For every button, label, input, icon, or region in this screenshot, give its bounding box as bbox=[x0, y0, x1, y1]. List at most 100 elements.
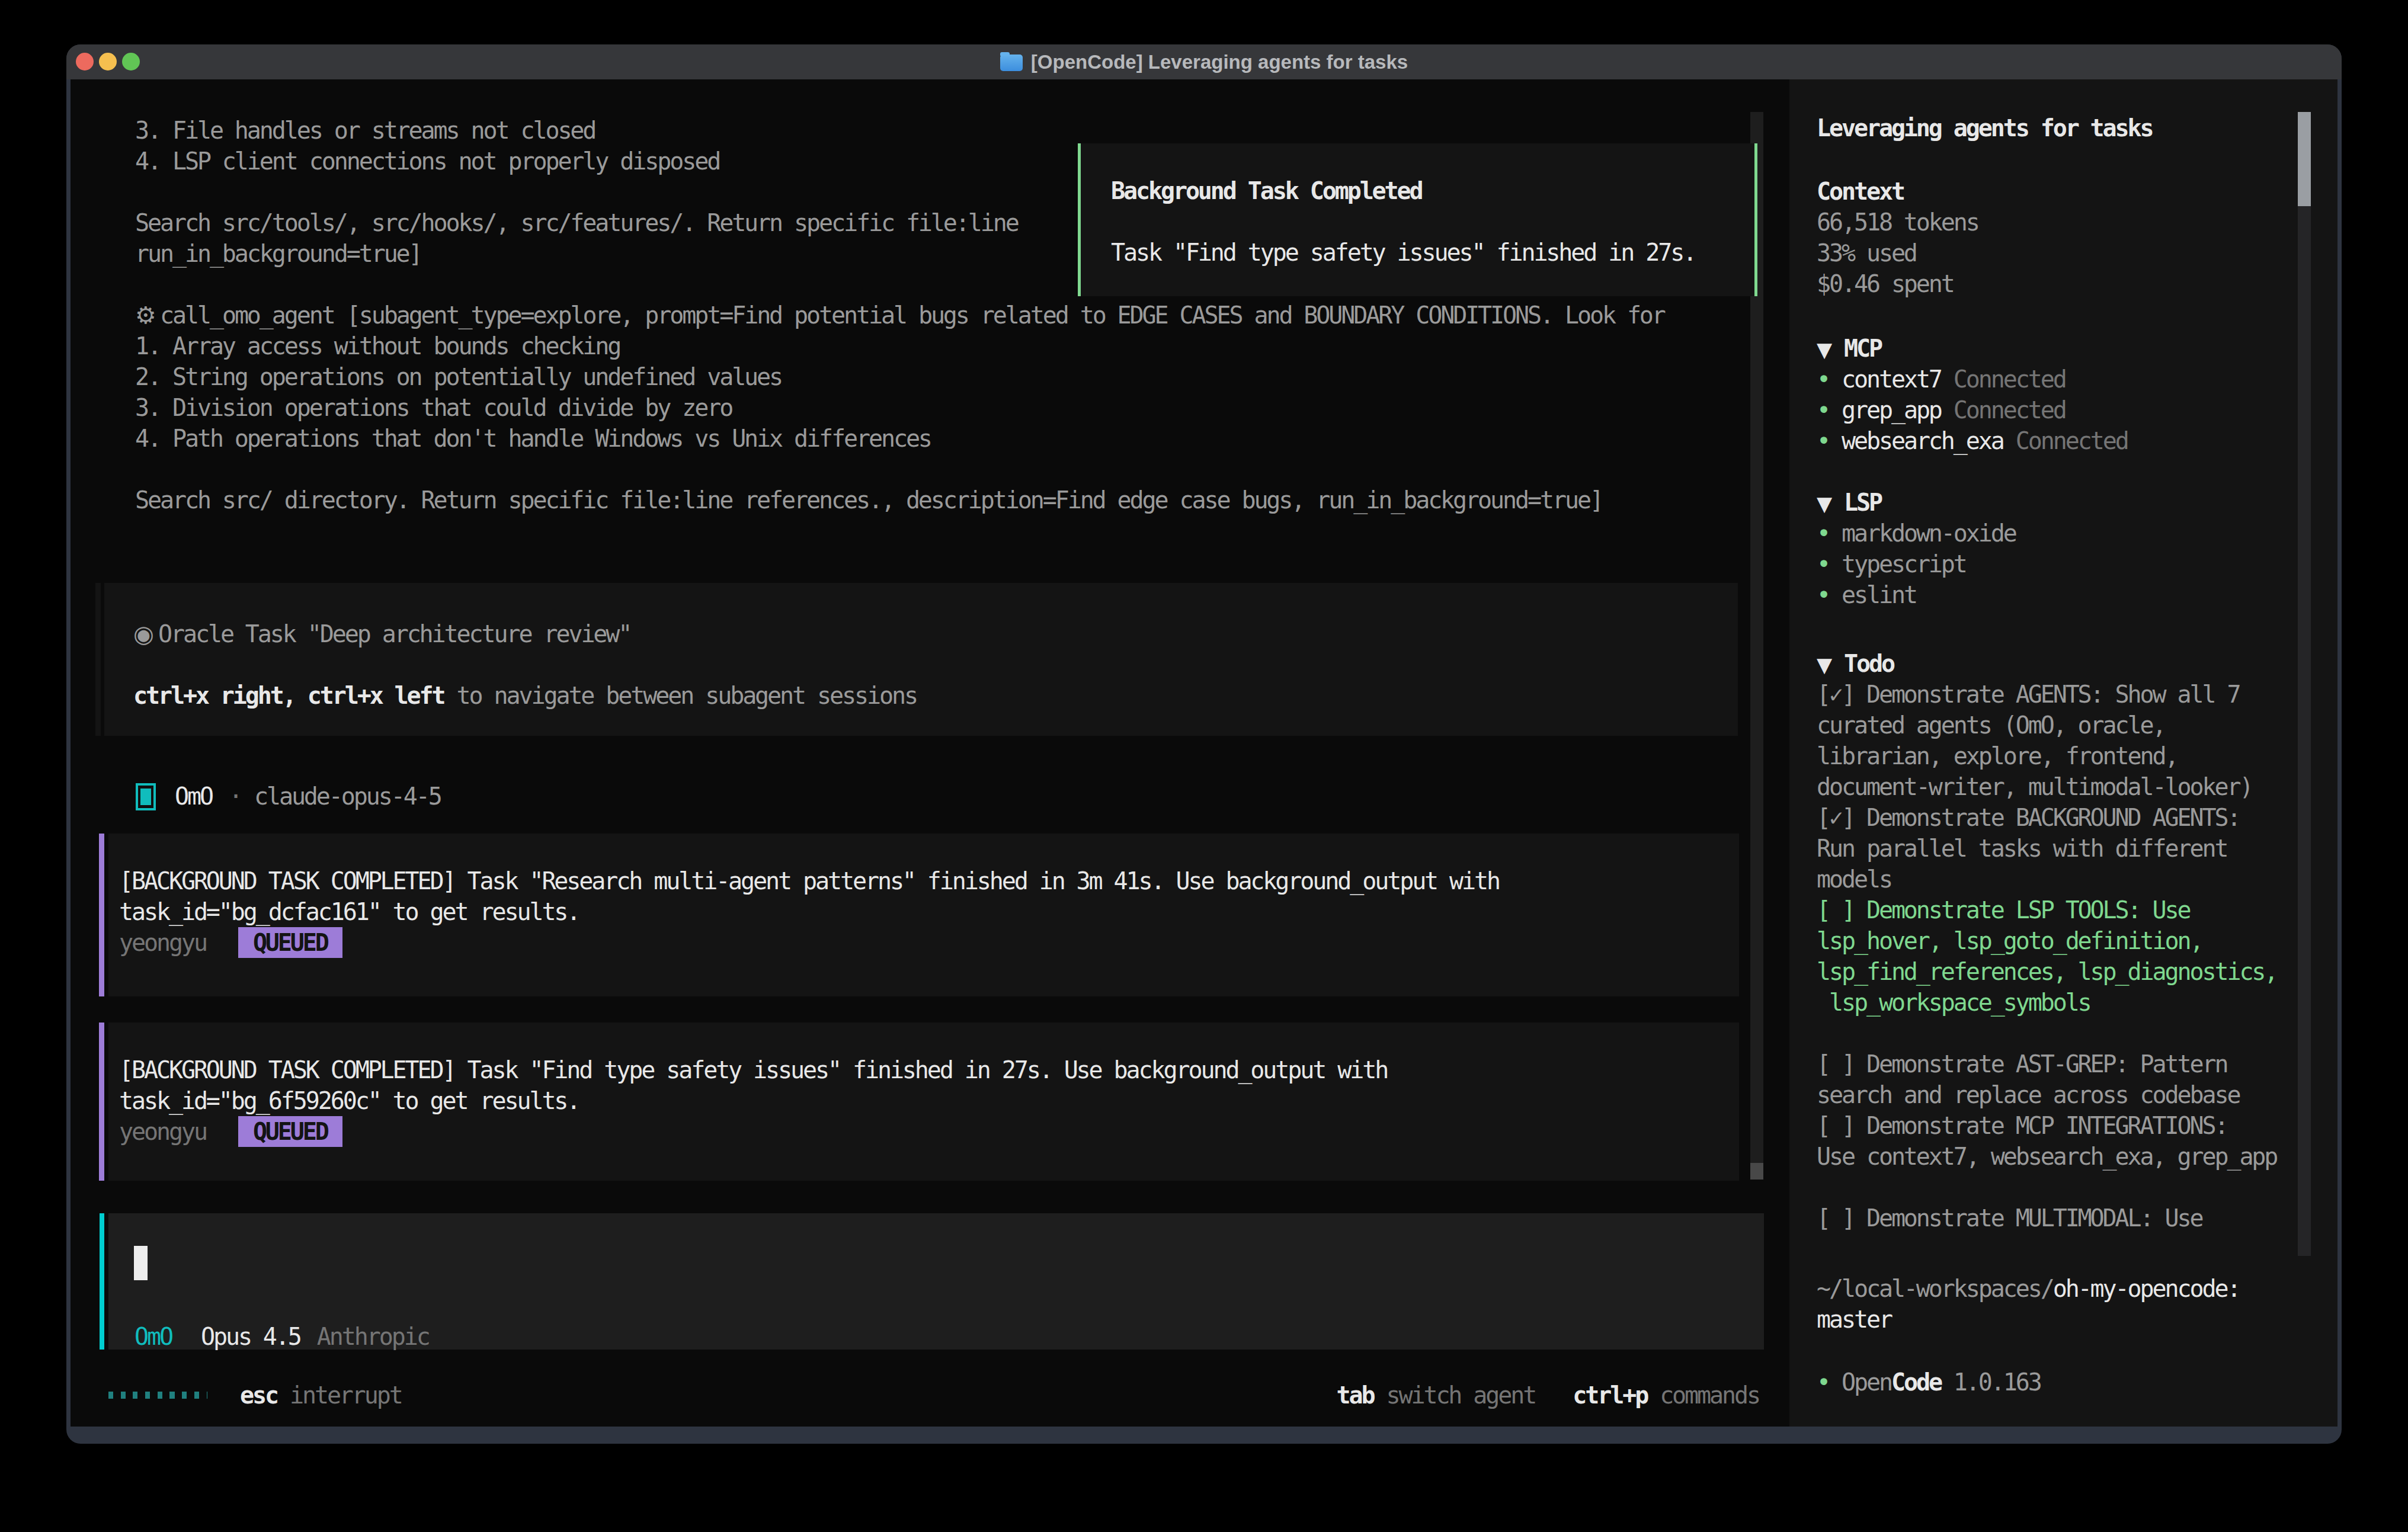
mcp-item: •grep_appConnected bbox=[1817, 395, 2128, 425]
session-sidebar: Leveraging agents for tasks Context 66,5… bbox=[1789, 79, 2337, 1427]
task-message-accent bbox=[99, 834, 104, 996]
dot-icon: • bbox=[1817, 518, 1842, 549]
status-bar: esc interrupt tab switch agentctrl+p com… bbox=[71, 1380, 1789, 1411]
text-cursor bbox=[134, 1246, 148, 1280]
task-message: [BACKGROUND TASK COMPLETED] Task "Resear… bbox=[108, 834, 1739, 996]
todo-pending-line: Use context7, websearch_exa, grep_app bbox=[1817, 1141, 2276, 1172]
shortcut-esc: esc interrupt bbox=[240, 1380, 402, 1411]
chat-line: 1. Array access without bounds checking bbox=[135, 331, 1664, 361]
chat-scrollbar-thumb[interactable] bbox=[1750, 1163, 1763, 1180]
todo-pending-line: [ ] Demonstrate MCP INTEGRATIONS: bbox=[1817, 1110, 2276, 1141]
spinner-dots bbox=[108, 1392, 207, 1399]
sidebar-scrollbar[interactable] bbox=[2298, 112, 2311, 1256]
tool-call-line: ⚙call_omo_agent [subagent_type=explore, … bbox=[135, 300, 1664, 331]
lsp-item: •eslint bbox=[1817, 579, 2016, 610]
todo-active-line: [ ] Demonstrate LSP TOOLS: Use bbox=[1817, 895, 2276, 925]
agent-icon bbox=[136, 783, 156, 810]
task-author: yeongyu bbox=[119, 1118, 206, 1145]
dot-icon: • bbox=[1817, 395, 1842, 425]
lsp-item: •markdown-oxide bbox=[1817, 518, 2016, 549]
dot-icon: • bbox=[1817, 364, 1842, 395]
tool-call-text: call_omo_agent [subagent_type=explore, p… bbox=[160, 302, 1664, 329]
context-tokens: 66,518 tokens bbox=[1817, 207, 1978, 238]
todo-pending-line bbox=[1817, 1018, 2276, 1049]
task-message-line: [BACKGROUND TASK COMPLETED] Task "Resear… bbox=[119, 866, 1739, 896]
workspace-path: ~/local-workspaces/oh-my-opencode: maste… bbox=[1817, 1273, 2239, 1335]
window-titlebar[interactable]: [OpenCode] Leveraging agents for tasks bbox=[66, 44, 2342, 79]
task-message-line: [BACKGROUND TASK COMPLETED] Task "Find t… bbox=[119, 1055, 1739, 1085]
lsp-heading[interactable]: ▼LSP bbox=[1817, 487, 2016, 518]
sidebar-session-title: Leveraging agents for tasks bbox=[1817, 114, 2153, 142]
todo-active-line: lsp_find_references, lsp_diagnostics, bbox=[1817, 956, 2276, 987]
todo-done-line: librarian, explore, frontend, bbox=[1817, 741, 2276, 771]
chat-line: Search src/ directory. Return specific f… bbox=[135, 485, 1664, 515]
context-section: Context 66,518 tokens 33% used $0.46 spe… bbox=[1817, 176, 1978, 299]
context-spent: $0.46 spent bbox=[1817, 268, 1978, 299]
workspace-branch: master bbox=[1817, 1304, 2239, 1335]
shortcut-hints: tab switch agentctrl+p commands bbox=[1337, 1380, 1759, 1411]
todo-heading[interactable]: ▼Todo bbox=[1817, 648, 2276, 679]
chevron-down-icon: ▼ bbox=[1817, 649, 1844, 680]
version-row: •OpenCode 1.0.163 bbox=[1817, 1367, 2041, 1398]
background-task-notification: Background Task Completed Task "Find typ… bbox=[1078, 143, 1757, 296]
gear-icon: ⚙ bbox=[135, 300, 160, 331]
agent-name: OmO bbox=[175, 783, 212, 810]
input-accent bbox=[100, 1213, 104, 1350]
chat-line: 3. Division operations that could divide… bbox=[135, 392, 1664, 423]
chat-line bbox=[135, 454, 1664, 485]
prompt-input[interactable]: OmO Opus 4.5 Anthropic bbox=[108, 1213, 1764, 1350]
dot-icon: • bbox=[1817, 579, 1842, 610]
input-model-name: Opus 4.5 bbox=[201, 1323, 300, 1350]
chevron-down-icon: ▼ bbox=[1817, 488, 1844, 519]
status-badge: QUEUED bbox=[238, 927, 342, 958]
mcp-item: •websearch_exaConnected bbox=[1817, 425, 2128, 456]
folder-icon bbox=[1000, 55, 1023, 71]
terminal-content: 3. File handles or streams not closed4. … bbox=[71, 79, 2337, 1427]
oracle-task-box[interactable]: ◉Oracle Task "Deep architecture review" … bbox=[104, 583, 1738, 736]
dot-icon: • bbox=[1817, 549, 1842, 579]
record-icon: ◉ bbox=[133, 618, 158, 649]
chevron-down-icon: ▼ bbox=[1817, 334, 1844, 365]
window-title: [OpenCode] Leveraging agents for tasks bbox=[66, 44, 2342, 79]
todo-active-line: lsp_hover, lsp_goto_definition, bbox=[1817, 925, 2276, 956]
oracle-task-title: ◉Oracle Task "Deep architecture review" bbox=[133, 618, 1738, 649]
todo-active-line: lsp_workspace_symbols bbox=[1817, 987, 2276, 1018]
mcp-item: •context7Connected bbox=[1817, 364, 2128, 395]
oracle-task-hint: ctrl+x right, ctrl+x left to navigate be… bbox=[133, 680, 1738, 711]
sidebar-scrollbar-thumb[interactable] bbox=[2298, 112, 2311, 206]
terminal-window: [OpenCode] Leveraging agents for tasks 3… bbox=[66, 44, 2342, 1444]
input-agent-name: OmO bbox=[135, 1323, 172, 1350]
chat-line: 3. File handles or streams not closed bbox=[135, 115, 1664, 146]
dot-icon: • bbox=[1817, 1367, 1842, 1398]
todo-pending-line: [ ] Demonstrate AST-GREP: Pattern bbox=[1817, 1049, 2276, 1079]
lsp-section: ▼LSP •markdown-oxide•typescript•eslint bbox=[1817, 487, 2016, 610]
dot-icon: • bbox=[1817, 425, 1842, 456]
todo-pending-line: [ ] Demonstrate MULTIMODAL: Use bbox=[1817, 1203, 2276, 1233]
mcp-section: ▼MCP •context7Connected•grep_appConnecte… bbox=[1817, 333, 2128, 456]
task-message-accent bbox=[99, 1023, 104, 1181]
notification-body: Task "Find type safety issues" finished … bbox=[1111, 237, 1754, 268]
oracle-task-accent bbox=[95, 583, 101, 736]
window-title-text: [OpenCode] Leveraging agents for tasks bbox=[1031, 51, 1408, 73]
chat-pane: 3. File handles or streams not closed4. … bbox=[71, 79, 1789, 1427]
input-provider-name: Anthropic bbox=[317, 1323, 429, 1350]
todo-done-line: Run parallel tasks with different bbox=[1817, 833, 2276, 864]
task-author: yeongyu bbox=[119, 929, 206, 956]
todo-done-line: curated agents (OmO, oracle, bbox=[1817, 710, 2276, 741]
todo-done-line: document-writer, multimodal-looker) bbox=[1817, 771, 2276, 802]
todo-pending-line: search and replace across codebase bbox=[1817, 1079, 2276, 1110]
agent-separator: · bbox=[229, 783, 241, 810]
context-used: 33% used bbox=[1817, 238, 1978, 268]
agent-model: claude-opus-4-5 bbox=[254, 783, 441, 810]
model-indicator: OmO Opus 4.5 Anthropic bbox=[135, 1321, 429, 1352]
todo-section: ▼Todo [✓] Demonstrate AGENTS: Show all 7… bbox=[1817, 648, 2276, 1233]
agent-header: OmO · claude-opus-4-5 bbox=[136, 781, 441, 812]
task-message: [BACKGROUND TASK COMPLETED] Task "Find t… bbox=[108, 1023, 1739, 1181]
chat-line: 2. String operations on potentially unde… bbox=[135, 361, 1664, 392]
todo-done-line: [✓] Demonstrate AGENTS: Show all 7 bbox=[1817, 679, 2276, 710]
todo-done-line: [✓] Demonstrate BACKGROUND AGENTS: bbox=[1817, 802, 2276, 833]
status-badge: QUEUED bbox=[238, 1116, 342, 1147]
todo-done-line: models bbox=[1817, 864, 2276, 895]
task-message-line: task_id="bg_6f59260c" to get results. bbox=[119, 1085, 1739, 1116]
mcp-heading[interactable]: ▼MCP bbox=[1817, 333, 2128, 364]
